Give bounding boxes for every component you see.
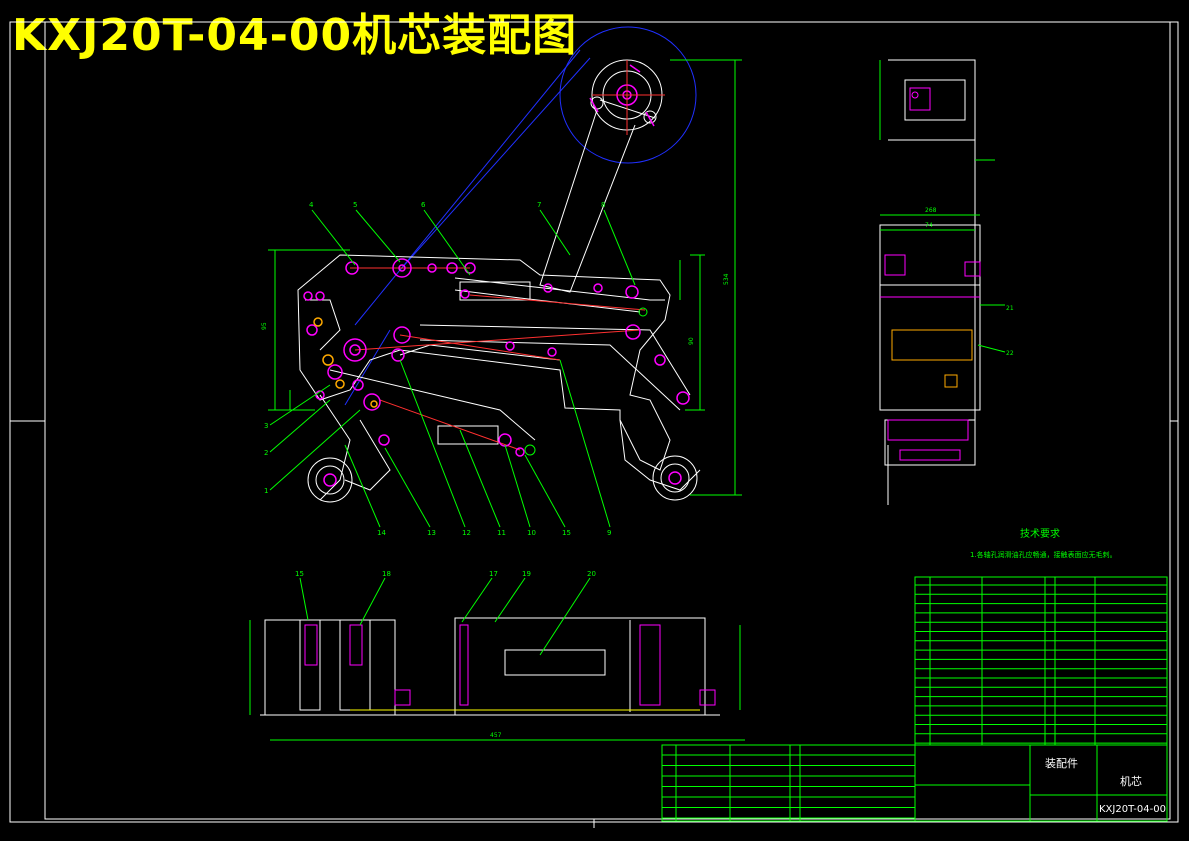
- svg-text:268: 268: [925, 207, 937, 214]
- svg-text:457: 457: [490, 732, 502, 739]
- balloon-21: 21: [1006, 305, 1014, 312]
- balloon-5: 5: [353, 201, 357, 209]
- balloon-2: 2: [264, 449, 268, 457]
- balloon-17: 17: [489, 570, 498, 578]
- drawing-number: KXJ20T-04-00: [1099, 804, 1166, 815]
- tech-req-line1: 1.各轴孔润滑油孔应畅通，接触表面应无毛刺。: [970, 550, 1117, 559]
- balloon-15b: 15: [295, 570, 304, 578]
- assembly-label: 装配件: [1045, 757, 1078, 770]
- balloon-numbers: 4 5 6 7 8 3 2 1 14 13 12 11 10 15 9: [264, 201, 611, 537]
- balloon-8: 8: [601, 201, 605, 209]
- balloon-22: 22: [1006, 350, 1014, 357]
- balloon-14: 14: [377, 529, 386, 537]
- balloon-13: 13: [427, 529, 436, 537]
- tech-req-heading: 技术要求: [1020, 527, 1060, 540]
- svg-text:90: 90: [688, 337, 695, 345]
- balloon-10: 10: [527, 529, 536, 537]
- balloon-15: 15: [562, 529, 571, 537]
- balloon-9: 9: [607, 529, 611, 537]
- balloon-7: 7: [537, 201, 541, 209]
- balloon-4: 4: [309, 201, 314, 209]
- tech-requirements: 技术要求 1.各轴孔润滑油孔应畅通，接触表面应无毛刺。: [970, 527, 1117, 559]
- balloon-12: 12: [462, 529, 471, 537]
- main-plate: [297, 254, 701, 501]
- balloon-19: 19: [522, 570, 531, 578]
- part-name: 机芯: [1120, 774, 1142, 788]
- balloon-6: 6: [421, 201, 426, 209]
- balloon-20: 20: [587, 570, 596, 578]
- main-view: 95 534 90 4 5 6 7 8 3 2 1 14 13 12 11 10…: [261, 26, 742, 537]
- balloon-18: 18: [382, 570, 391, 578]
- title-block: [661, 744, 1168, 822]
- cad-drawing: 95 534 90 4 5 6 7 8 3 2 1 14 13 12 11 10…: [9, 21, 1179, 828]
- svg-text:534: 534: [723, 273, 730, 285]
- parts-list: [914, 576, 1168, 746]
- side-view: 268 74 21 22: [879, 59, 1014, 505]
- balloon-11: 11: [497, 529, 506, 537]
- svg-text:95: 95: [261, 322, 268, 330]
- balloon-1: 1: [264, 487, 268, 495]
- dimension-lines: [268, 59, 742, 496]
- bottom-view: 457 15 18 17 19 20: [249, 570, 745, 741]
- drawing-frame: [9, 21, 1179, 828]
- svg-text:74: 74: [925, 222, 933, 229]
- balloon-3: 3: [264, 422, 268, 430]
